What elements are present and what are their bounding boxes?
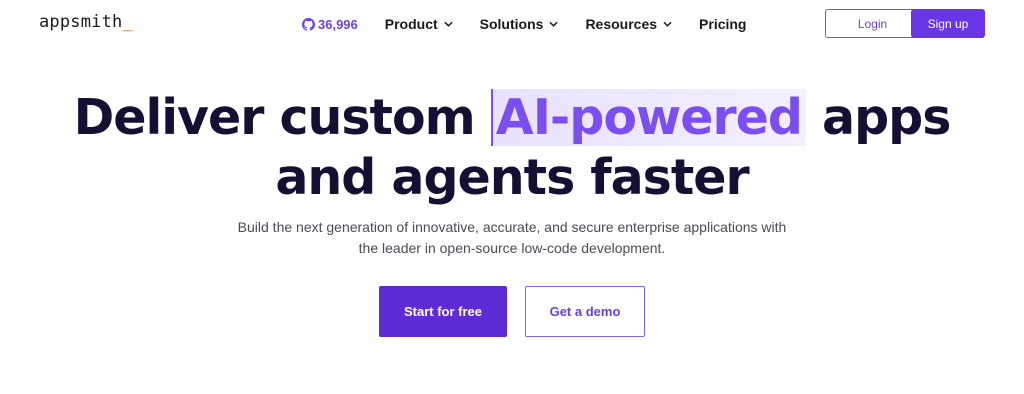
appsmith-logo[interactable]: appsmith_ — [39, 12, 133, 32]
hero-subtitle-line1: Build the next generation of innovative,… — [237, 219, 787, 235]
nav-resources[interactable]: Resources — [585, 16, 672, 32]
nav-pricing-label: Pricing — [699, 16, 747, 32]
hero-headline-line2: and agents faster — [275, 149, 749, 206]
nav-product[interactable]: Product — [385, 16, 453, 32]
get-a-demo-button[interactable]: Get a demo — [525, 286, 645, 337]
nav-solutions[interactable]: Solutions — [480, 16, 559, 32]
headline-part1: Deliver custom — [73, 89, 476, 146]
nav-product-label: Product — [384, 16, 438, 32]
login-button[interactable]: Login — [825, 9, 920, 38]
chevron-down-icon — [444, 21, 453, 27]
logo-cursor: _ — [122, 12, 133, 32]
signup-button[interactable]: Sign up — [911, 9, 985, 38]
nav-pricing[interactable]: Pricing — [699, 16, 746, 32]
github-stars-link[interactable]: 36,996 — [302, 17, 358, 32]
chevron-down-icon — [663, 21, 672, 27]
nav-solutions-label: Solutions — [479, 16, 544, 32]
logo-text: appsmith — [39, 12, 123, 32]
nav-resources-label: Resources — [585, 16, 658, 32]
main-nav: 36,996 Product Solutions Resources Prici… — [302, 16, 747, 32]
chevron-down-icon — [549, 21, 559, 27]
headline-highlight: AI-powered — [490, 89, 806, 146]
github-icon — [302, 17, 315, 31]
hero-headline-line1: Deliver custom AI-powered apps — [0, 88, 1024, 148]
github-stars-count: 36,996 — [318, 16, 358, 32]
headline-part2: apps — [822, 89, 951, 146]
hero-subtitle-line2: the leader in open-source low-code devel… — [358, 240, 666, 256]
start-for-free-button[interactable]: Start for free — [379, 286, 507, 337]
